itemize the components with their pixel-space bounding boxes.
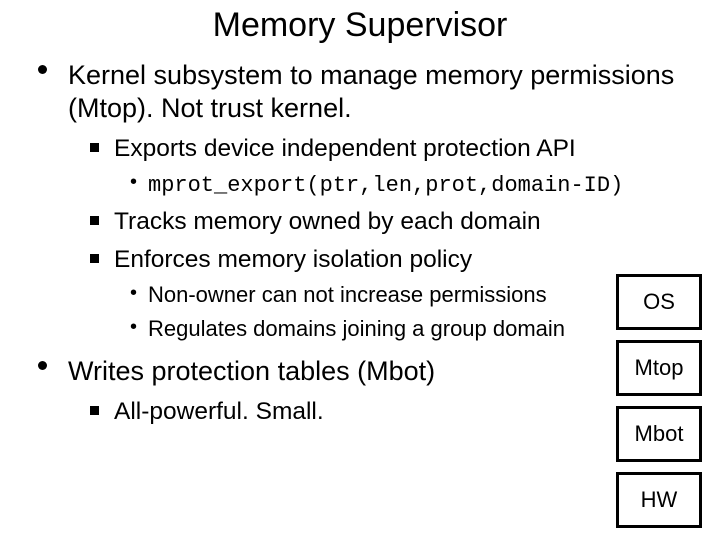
layer-stack: OS Mtop Mbot HW <box>616 274 702 538</box>
sub-text: Exports device independent protection AP… <box>114 135 576 162</box>
subsub-text: Non-owner can not increase permissions <box>148 282 547 307</box>
slide: Memory Supervisor Kernel subsystem to ma… <box>0 0 720 540</box>
sub-item: Exports device independent protection AP… <box>90 133 700 201</box>
sub-item: All-powerful. Small. <box>90 396 700 428</box>
sub-list: Exports device independent protection AP… <box>68 133 700 344</box>
subsub-list: mprot_export(ptr,len,prot,domain-ID) <box>114 169 700 201</box>
sub-text: All-powerful. Small. <box>114 398 324 425</box>
stack-cell-mtop: Mtop <box>616 340 702 396</box>
sub-text: Enforces memory isolation policy <box>114 246 472 273</box>
bullet-text: Writes protection tables (Mbot) <box>68 356 435 386</box>
sub-list: All-powerful. Small. <box>68 396 700 428</box>
sub-item: Enforces memory isolation policy Non-own… <box>90 244 700 343</box>
sub-text: Tracks memory owned by each domain <box>114 208 541 235</box>
bullet-item: Writes protection tables (Mbot) All-powe… <box>34 355 700 428</box>
bullet-item: Kernel subsystem to manage memory permis… <box>34 59 700 343</box>
stack-cell-hw: HW <box>616 472 702 528</box>
subsub-item: mprot_export(ptr,len,prot,domain-ID) <box>130 169 700 201</box>
subsub-item: Non-owner can not increase permissions <box>130 280 700 310</box>
sub-item: Tracks memory owned by each domain <box>90 206 700 238</box>
stack-cell-os: OS <box>616 274 702 330</box>
bullet-text: Kernel subsystem to manage memory permis… <box>68 60 674 123</box>
subsub-item: Regulates domains joining a group domain <box>130 314 700 344</box>
subsub-list: Non-owner can not increase permissions R… <box>114 280 700 343</box>
subsub-text: mprot_export(ptr,len,prot,domain-ID) <box>148 173 623 198</box>
stack-cell-mbot: Mbot <box>616 406 702 462</box>
slide-title: Memory Supervisor <box>20 6 700 45</box>
subsub-text: Regulates domains joining a group domain <box>148 316 565 341</box>
bullet-list: Kernel subsystem to manage memory permis… <box>20 59 700 428</box>
